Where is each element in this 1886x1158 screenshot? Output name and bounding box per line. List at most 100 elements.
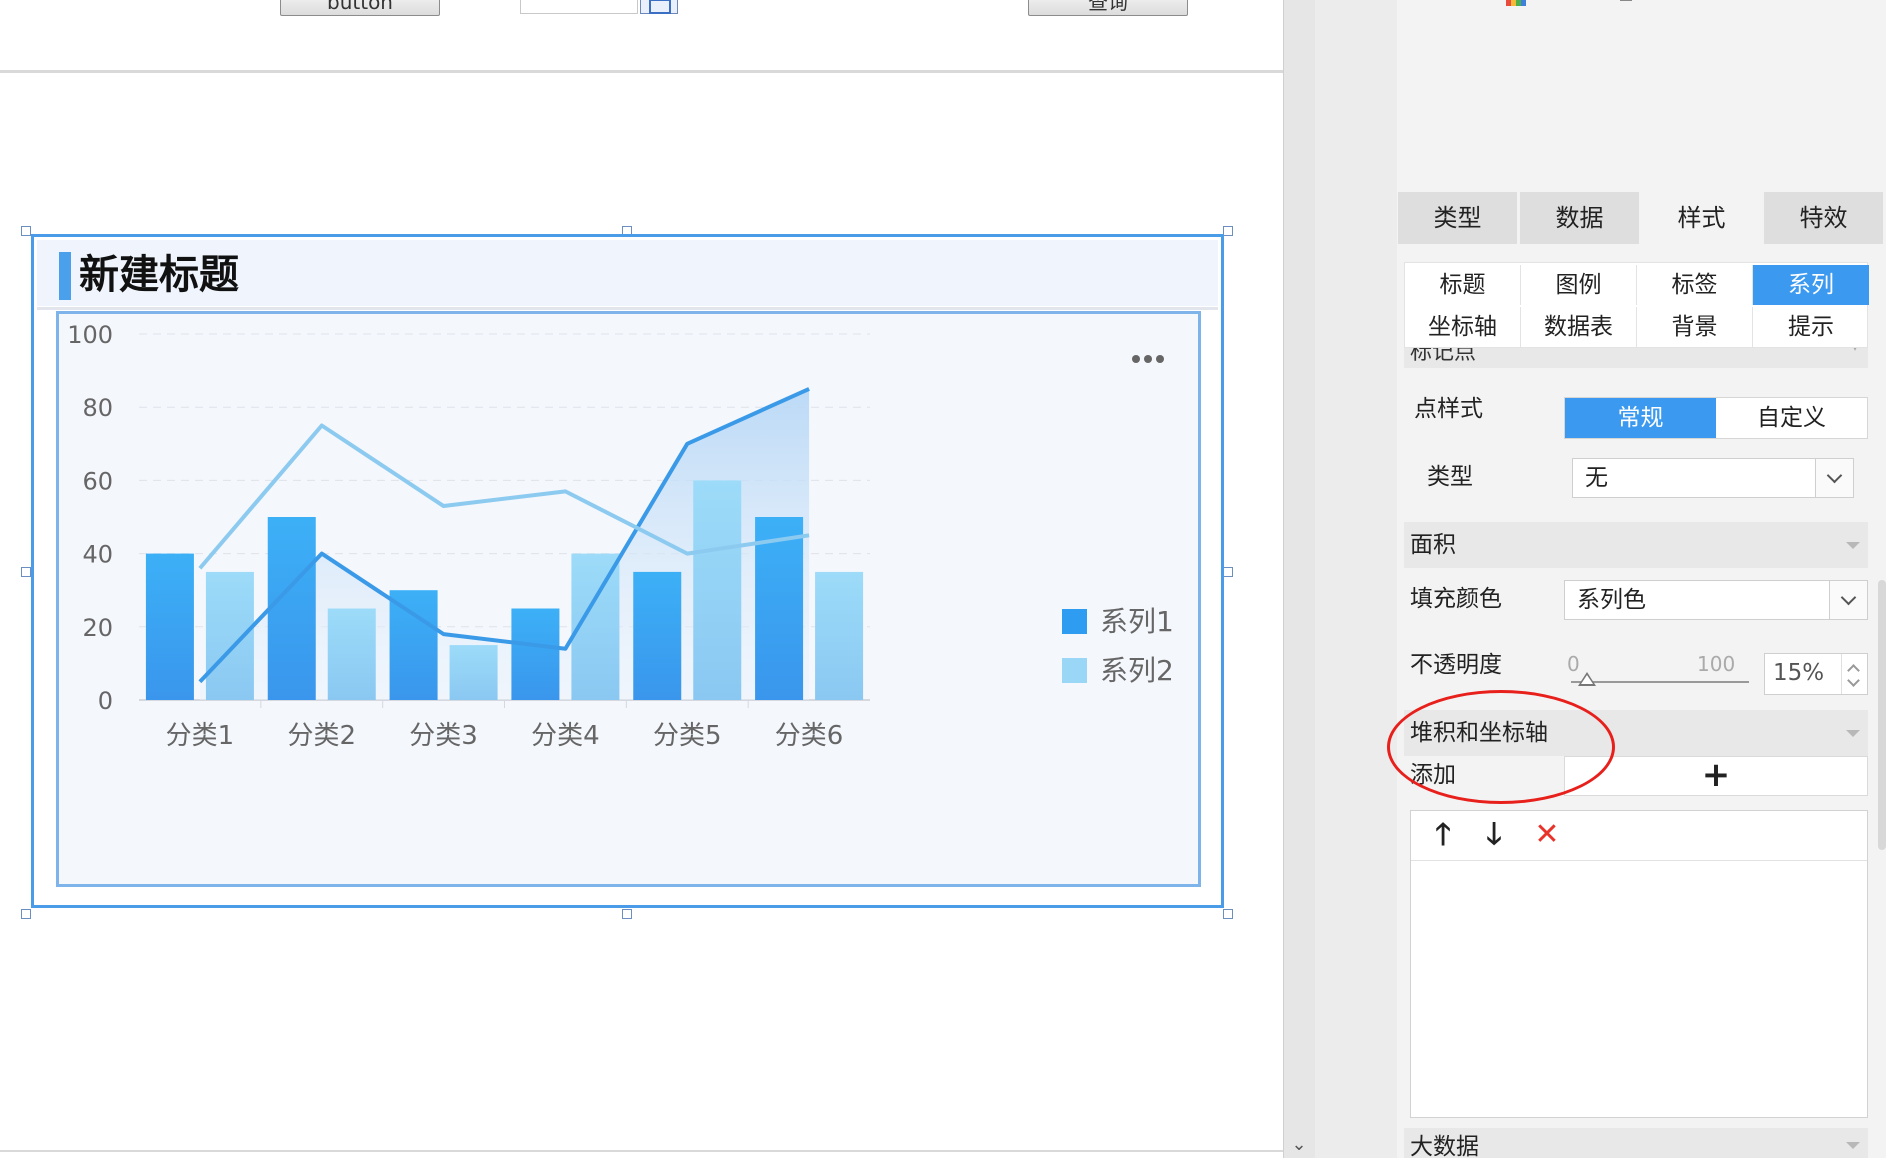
add-label: 添加 [1410,762,1456,788]
bar-series-1 [633,571,682,700]
section-marker-point[interactable]: 标记点 ▾ [1404,348,1868,368]
header-divider [37,307,1218,310]
collapse-arrow-icon [1846,1142,1860,1149]
subtab-datatable[interactable]: 数据表 [1521,307,1637,347]
title-accent [59,252,71,300]
palette-icon[interactable] [1506,0,1526,6]
point-style-label: 点样式 [1414,396,1483,422]
add-button[interactable]: + [1564,756,1868,796]
section-stack-axis[interactable]: 堆积和坐标轴 [1404,710,1868,756]
subtab-title[interactable]: 标题 [1405,265,1521,305]
opacity-value: 15% [1773,660,1825,686]
list-toolbar: 🡑 🡓 ✕ [1411,811,1867,861]
legend-label: 系列2 [1100,654,1174,687]
canvas-button-1[interactable]: button [280,0,440,16]
collapse-arrow-icon [1846,542,1860,549]
resize-handle-bl[interactable] [21,909,31,919]
resize-handle-left[interactable] [21,567,31,577]
section-big-data-label: 大数据 [1410,1134,1479,1158]
canvas-scrollbar[interactable] [1283,0,1315,1158]
opacity-slider[interactable] [1571,681,1749,683]
stack-axis-list[interactable]: 🡑 🡓 ✕ [1410,810,1868,1118]
section-marker-point-label: 标记点 [1410,348,1477,365]
tab-data[interactable]: 数据 [1520,192,1642,244]
widget-header: 新建标题 [37,240,1218,306]
combo-chart: 0 20 40 60 80 100 分类1 分类2 分类3 分类4 分类5 分类6 系列1 系列2 [67,321,1174,751]
subtab-tooltip[interactable]: 提示 [1753,307,1869,347]
point-style-custom[interactable]: 自定义 [1716,398,1867,438]
resize-handle-tl[interactable] [21,226,31,236]
properties-panel: 类型 数据 样式 特效 标题 图例 标签 系列 坐标轴 数据表 背景 提示 标记… [1387,0,1886,1158]
resize-handle-bottom[interactable] [622,909,632,919]
date-input[interactable] [520,0,638,14]
chevron-down-icon[interactable] [1847,674,1860,687]
bar-series-1 [145,553,194,700]
subtab-legend[interactable]: 图例 [1521,265,1637,305]
bar-series-2 [449,645,498,700]
delete-icon[interactable]: ✕ [1531,819,1563,851]
section-big-data[interactable]: 大数据 [1404,1128,1868,1158]
bar-series-2 [693,480,742,700]
y-tick-label: 0 [98,687,113,715]
bar-series-1 [511,608,560,700]
tab-type[interactable]: 类型 [1398,192,1520,244]
y-tick-label: 100 [67,321,113,349]
panel-scrollbar[interactable] [1878,580,1886,850]
chevron-down-icon[interactable] [1829,581,1867,619]
bar-series-1 [267,517,316,700]
fill-color-label: 填充颜色 [1410,586,1502,612]
widget-title[interactable]: 新建标题 [79,249,239,301]
more-dots-icon[interactable] [1132,355,1140,363]
arrow-up-icon[interactable]: 🡑 [1427,819,1459,851]
subtab-series[interactable]: 系列 [1753,265,1869,305]
chevron-down-icon: ▾ [1852,348,1858,354]
panel-gutter [1315,0,1397,1158]
more-dots-icon[interactable] [1144,355,1152,363]
section-area[interactable]: 面积 [1404,522,1868,568]
calendar-icon[interactable] [640,0,678,14]
y-tick-label: 60 [82,467,113,495]
x-tick-label: 分类2 [287,721,356,751]
y-tick-label: 20 [82,614,113,642]
arrow-down-icon[interactable]: 🡓 [1478,819,1510,851]
chevron-down-icon[interactable]: ⌄ [1283,1134,1315,1158]
resize-handle-br[interactable] [1223,909,1233,919]
subtab-label[interactable]: 标签 [1637,265,1753,305]
fill-color-value: 系列色 [1577,587,1646,613]
main-tabs: 类型 数据 样式 特效 [1398,192,1886,244]
y-tick-label: 80 [82,394,113,422]
x-tick-label: 分类3 [409,721,478,751]
x-tick-label: 分类1 [166,721,235,751]
fill-color-select[interactable]: 系列色 [1564,580,1868,620]
tab-style[interactable]: 样式 [1642,192,1764,244]
query-button[interactable]: 查询 [1028,0,1188,16]
more-dots-icon[interactable] [1156,355,1164,363]
resize-handle-right[interactable] [1223,567,1233,577]
y-tick-label: 40 [82,541,113,569]
marker-type-value: 无 [1585,465,1608,491]
chart-widget[interactable]: 新建标题 0 20 40 60 80 100 分类1 分类2 分类3 分类4 分类5 分类6 系列1 系列… [31,234,1224,908]
resize-handle-tr[interactable] [1223,226,1233,236]
opacity-label: 不透明度 [1410,652,1502,678]
x-tick-label: 分类6 [775,721,844,751]
bar-series-2 [205,571,254,700]
opacity-spinner[interactable]: 15% [1764,653,1868,695]
subtab-background[interactable]: 背景 [1637,307,1753,347]
style-sub-tabs: 标题 图例 标签 系列 坐标轴 数据表 背景 提示 [1404,262,1869,348]
marker-type-label: 类型 [1427,464,1473,490]
chart-area[interactable]: 0 20 40 60 80 100 分类1 分类2 分类3 分类4 分类5 分类6 系列1 系列2 [56,311,1201,887]
tab-effects[interactable]: 特效 [1764,192,1886,244]
x-tick-label: 分类4 [531,721,600,751]
subtab-axis[interactable]: 坐标轴 [1405,307,1521,347]
collapse-arrow-icon [1846,730,1860,737]
divider [0,70,1283,73]
chevron-down-icon[interactable] [1815,459,1853,497]
legend-swatch [1062,609,1087,634]
bar-series-2 [327,608,376,700]
x-tick-label: 分类5 [653,721,722,751]
marker-type-select[interactable]: 无 [1572,458,1854,498]
opacity-slider-thumb[interactable] [1578,672,1596,686]
section-area-label: 面积 [1410,532,1456,558]
minus-icon[interactable] [1620,0,1632,1]
point-style-regular[interactable]: 常规 [1565,398,1716,438]
